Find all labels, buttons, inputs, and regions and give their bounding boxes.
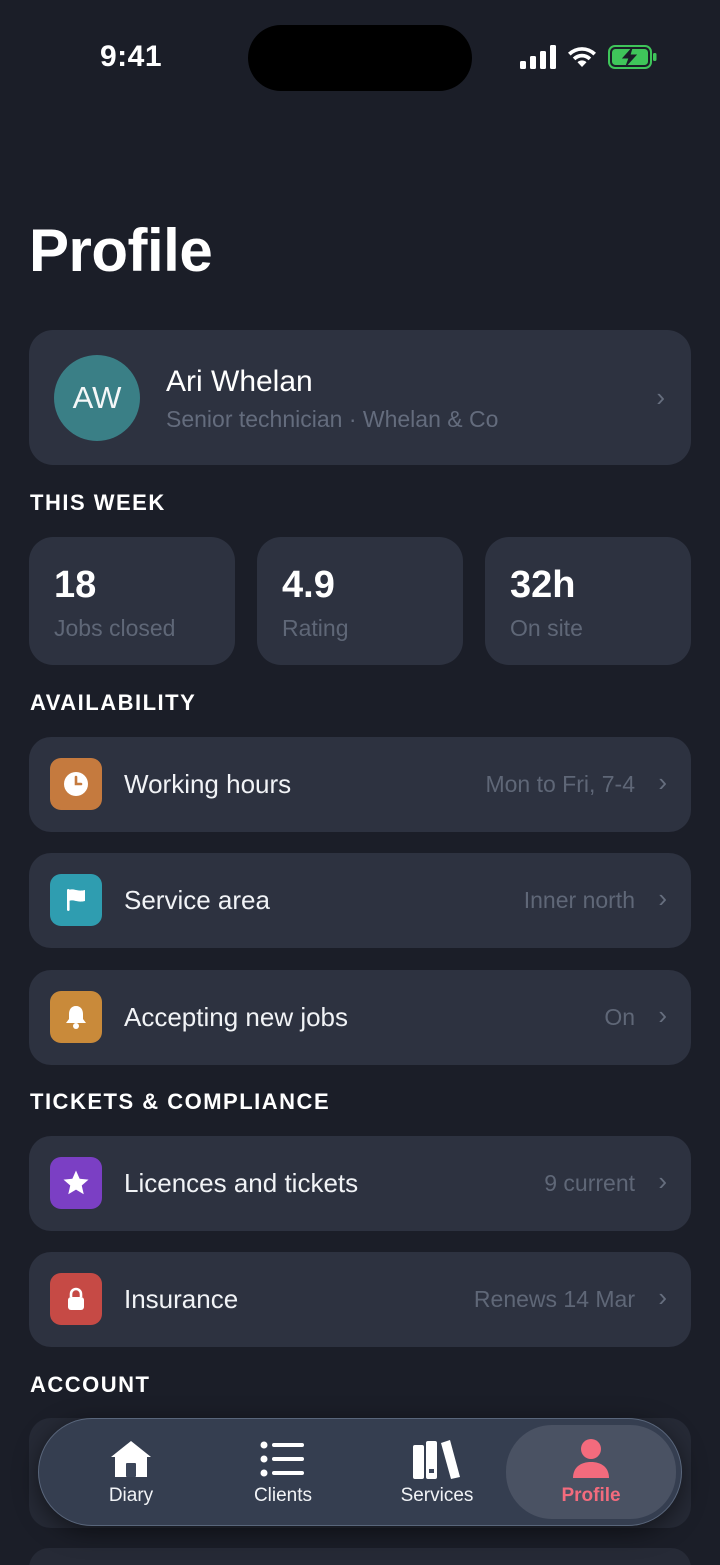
section-header-account: ACCOUNT (30, 1372, 151, 1397)
stat-label: Jobs closed (54, 615, 176, 641)
list-icon (260, 1437, 306, 1481)
row-value: Inner north (523, 887, 635, 913)
row-licences-and-tickets[interactable]: Licences and tickets 9 current › (29, 1136, 691, 1231)
house-icon (107, 1437, 155, 1481)
section-header-availability: AVAILABILITY (30, 690, 197, 715)
stat-card-jobs-closed: 18 Jobs closed (29, 537, 235, 665)
row-working-hours[interactable]: Working hours Mon to Fri, 7-4 › (29, 737, 691, 832)
status-bar: 9:41 (0, 0, 720, 115)
section-header-tickets-compliance: TICKETS & COMPLIANCE (30, 1089, 331, 1114)
tab-bar: Diary Clients Services Profile (38, 1418, 682, 1526)
row-label: Accepting new jobs (124, 1002, 349, 1032)
chevron-right-icon: › (656, 382, 665, 412)
row-accepting-new-jobs[interactable]: Accepting new jobs On › (29, 970, 691, 1065)
tab-label: Diary (108, 1485, 154, 1506)
avatar: AW (54, 355, 140, 441)
avatar-initials: AW (72, 380, 122, 415)
tab-diary[interactable]: Diary (56, 1425, 206, 1519)
bell-icon (50, 991, 102, 1043)
status-icons (520, 44, 658, 75)
row-value: On (604, 1004, 635, 1030)
profile-name: Ari Whelan (166, 365, 313, 398)
battery-charging-icon (608, 44, 658, 75)
profile-subtitle: Senior technician · Whelan & Co (166, 406, 499, 432)
profile-card[interactable]: AW Ari Whelan Senior technician · Whelan… (29, 330, 691, 465)
row-label: Working hours (124, 769, 292, 799)
person-icon (571, 1437, 611, 1481)
row-label: Insurance (124, 1284, 239, 1314)
tab-services[interactable]: Services (362, 1425, 512, 1519)
tab-profile[interactable]: Profile (506, 1425, 676, 1519)
wifi-icon (566, 45, 598, 74)
stat-value: 18 (54, 564, 97, 606)
tab-clients[interactable]: Clients (208, 1425, 358, 1519)
row-service-area[interactable]: Service area Inner north › (29, 853, 691, 948)
row-insurance[interactable]: Insurance Renews 14 Mar › (29, 1252, 691, 1347)
tab-label: Profile (561, 1485, 621, 1506)
tab-label: Services (400, 1485, 474, 1506)
stat-card-on-site: 32h On site (485, 537, 691, 665)
clock-icon (50, 758, 102, 810)
row-value: 9 current (544, 1170, 635, 1196)
account-row-obscured (29, 1548, 691, 1565)
row-label: Licences and tickets (124, 1168, 359, 1198)
stat-value: 4.9 (282, 564, 335, 606)
chevron-right-icon: › (658, 1282, 667, 1312)
stat-card-rating: 4.9 Rating (257, 537, 463, 665)
row-value: Renews 14 Mar (473, 1286, 635, 1312)
row-value: Mon to Fri, 7-4 (485, 771, 635, 797)
star-icon (50, 1157, 102, 1209)
books-icon (412, 1437, 462, 1481)
chevron-right-icon: › (658, 1000, 667, 1030)
chevron-right-icon: › (658, 1166, 667, 1196)
tab-label: Clients (253, 1485, 313, 1506)
chevron-right-icon: › (658, 767, 667, 797)
cellular-signal-icon (520, 45, 556, 74)
row-label: Service area (124, 885, 270, 915)
lock-icon (50, 1273, 102, 1325)
stat-value: 32h (510, 564, 576, 606)
section-header-this-week: THIS WEEK (30, 490, 166, 515)
dynamic-island (248, 25, 472, 91)
page-title: Profile (29, 217, 213, 284)
flag-icon (50, 874, 102, 926)
stat-label: On site (510, 615, 583, 641)
stat-label: Rating (282, 615, 349, 641)
status-time: 9:41 (100, 40, 163, 73)
chevron-right-icon: › (658, 883, 667, 913)
